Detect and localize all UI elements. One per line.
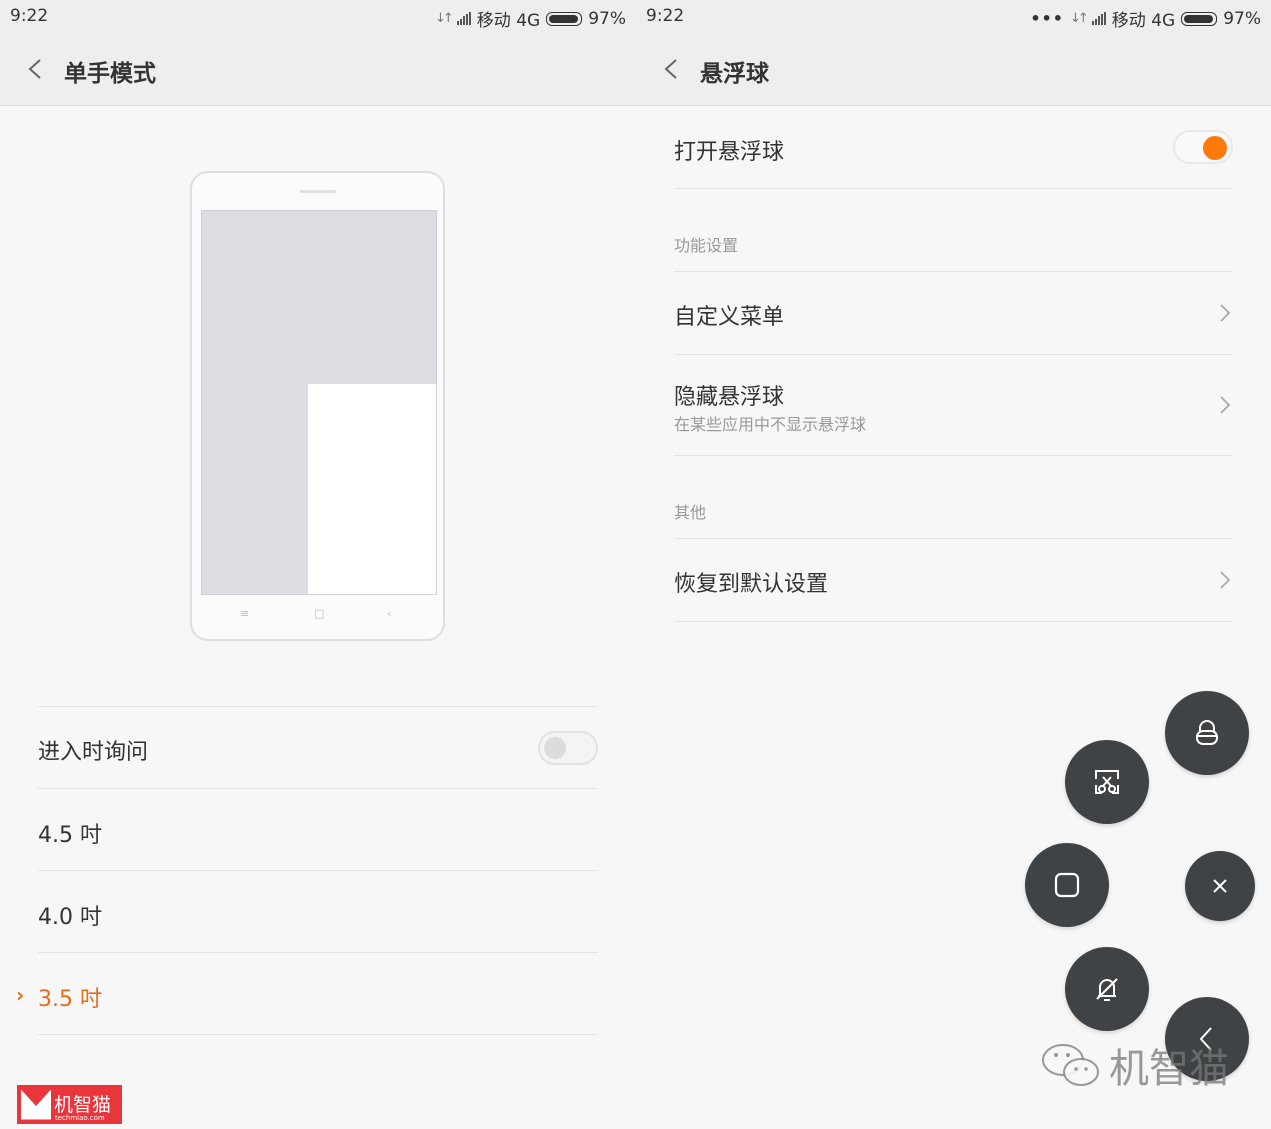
battery-icon <box>1181 11 1218 26</box>
phone-illustration: ≡ □ ‹ <box>190 171 445 641</box>
reset-defaults-label: 恢复到默认设置 <box>674 572 829 597</box>
reset-defaults-row[interactable]: 恢复到默认设置 <box>674 539 1233 622</box>
open-floating-ball-row[interactable]: 打开悬浮球 <box>674 107 1233 189</box>
section-header-other: 其他 <box>674 503 707 522</box>
open-floating-ball-label: 打开悬浮球 <box>674 140 785 165</box>
back-small-icon: ‹ <box>387 607 392 620</box>
signal-icon <box>456 12 471 25</box>
ask-on-enter-toggle[interactable] <box>538 731 598 765</box>
status-time: 9:22 <box>10 6 49 26</box>
screenshot-button[interactable] <box>1065 740 1149 824</box>
status-bar: 9:22 ↓↑ 移动 4G 97% <box>0 0 636 34</box>
size-label: 3.5 吋 <box>38 987 102 1012</box>
phone-nav-bar: ≡ □ ‹ <box>192 607 443 621</box>
home-icon: □ <box>314 607 325 620</box>
back-icon[interactable] <box>26 58 44 80</box>
reduced-screen-area <box>308 384 436 594</box>
title-bar: 单手模式 <box>0 34 636 106</box>
logo-url: techmiao.com <box>55 1114 105 1122</box>
menu-icon: ≡ <box>240 607 250 620</box>
chevron-right-icon <box>1220 571 1231 589</box>
mute-button[interactable] <box>1065 947 1149 1031</box>
battery-percent: 97% <box>588 8 626 29</box>
watermark-text: 机智猫 <box>1109 1046 1229 1092</box>
floating-ball-toggle[interactable] <box>1173 130 1233 164</box>
lock-icon <box>1196 720 1218 745</box>
status-bar: 9:22 ••• ↓↑ 移动 4G 97% <box>636 0 1271 34</box>
recent-apps-icon <box>1054 872 1080 898</box>
mute-bell-icon <box>1096 978 1118 1001</box>
close-icon <box>1213 879 1227 893</box>
size-option-45[interactable]: 4.5 吋 <box>38 789 598 871</box>
logo-m-icon <box>21 1089 51 1120</box>
hide-floating-ball-row[interactable]: 隐藏悬浮球 在某些应用中不显示悬浮球 <box>674 355 1233 456</box>
hide-floating-ball-label: 隐藏悬浮球 <box>674 385 785 410</box>
size-label: 4.5 吋 <box>38 823 102 848</box>
ask-on-enter-label: 进入时询问 <box>38 740 149 765</box>
phone-speaker <box>300 190 336 193</box>
carrier-label: 移动 4G <box>1111 11 1176 31</box>
signal-icon <box>1091 12 1106 25</box>
recent-apps-button[interactable] <box>1025 843 1109 927</box>
wechat-icon <box>1042 1044 1099 1086</box>
phone-screen <box>201 210 437 595</box>
custom-menu-label: 自定义菜单 <box>674 305 785 330</box>
hide-floating-ball-subtitle: 在某些应用中不显示悬浮球 <box>674 415 867 434</box>
custom-menu-row[interactable]: 自定义菜单 <box>674 272 1233 355</box>
floating-ball-screen: 9:22 ••• ↓↑ 移动 4G 97% 悬浮球 打开悬浮球 功能设置 自定义… <box>636 0 1271 1129</box>
carrier-label: 移动 4G <box>476 11 541 31</box>
back-icon[interactable] <box>662 58 680 80</box>
ask-on-enter-row[interactable]: 进入时询问 <box>38 707 598 789</box>
data-activity-icon: ↓↑ <box>435 11 454 26</box>
size-label: 4.0 吋 <box>38 905 102 930</box>
section-header-function: 功能设置 <box>674 236 739 255</box>
screenshot-icon <box>1095 770 1119 794</box>
more-notifications-icon: ••• <box>1030 9 1064 28</box>
one-handed-mode-screen: 9:22 ↓↑ 移动 4G 97% 单手模式 ≡ □ ‹ 进入时询问 4.5 吋 <box>0 0 636 1129</box>
status-time: 9:22 <box>646 6 685 26</box>
page-title: 单手模式 <box>64 61 156 87</box>
chevron-right-icon <box>1220 396 1231 414</box>
size-option-40[interactable]: 4.0 吋 <box>38 871 598 953</box>
logo-text: 机智猫 <box>54 1093 112 1116</box>
close-menu-button[interactable] <box>1185 851 1255 921</box>
wechat-watermark: 机智猫 <box>1039 1036 1229 1094</box>
chevron-right-icon <box>1220 304 1231 322</box>
battery-percent: 97% <box>1223 8 1261 29</box>
title-bar: 悬浮球 <box>636 34 1271 106</box>
page-title: 悬浮球 <box>700 61 769 87</box>
lock-screen-button[interactable] <box>1165 691 1249 775</box>
battery-icon <box>546 11 583 26</box>
size-option-35[interactable]: 3.5 吋 <box>38 953 598 1035</box>
techmiao-logo: 机智猫 techmiao.com <box>17 1085 122 1124</box>
data-activity-icon: ↓↑ <box>1070 11 1089 26</box>
selected-chevron-icon: › <box>16 983 25 1007</box>
